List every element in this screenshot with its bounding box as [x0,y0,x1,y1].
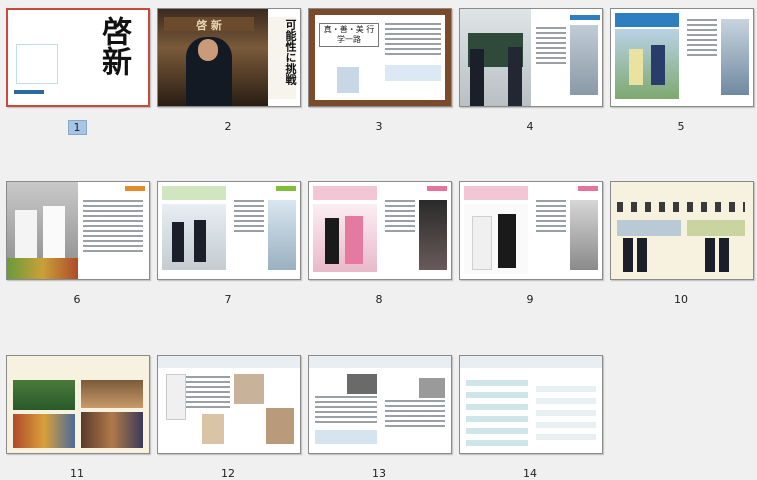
page-thumb-image [459,181,603,280]
page-3-title: 真・善・美 行学一路 [319,23,379,47]
page-number-label: 10 [674,293,688,306]
page-thumb-image [157,355,301,454]
page-thumb-image: 真・善・美 行学一路 [308,8,452,107]
page-thumb-image [459,355,603,454]
page-thumb-image: 啓新 [6,8,150,107]
page-thumb-image [610,181,754,280]
page-number-label: 9 [526,293,534,306]
page-number-label: 8 [375,293,383,306]
page-thumb-image [308,181,452,280]
page-number-label: 7 [224,293,232,306]
page-thumb-image [308,355,452,454]
page-thumbnail-grid: 啓新 1 啓 新 可能性に挑戦 2 真・善・美 行学一路 3 4 5 6 7 8… [0,0,757,480]
page-number-label: 13 [372,467,386,480]
page-number-label: 4 [526,120,534,133]
page-number-label: 1 [67,120,87,135]
page-number-label: 11 [70,467,84,480]
page-number-label: 12 [221,467,235,480]
page-number-label: 2 [224,120,232,133]
page-thumb-image [157,181,301,280]
page-thumb-image [610,8,754,107]
page-1-title: 啓新 [96,16,131,76]
page-thumb-image [6,355,150,454]
page-thumb-image [6,181,150,280]
page-number-label: 5 [677,120,685,133]
page-thumb-image: 啓 新 可能性に挑戦 [157,8,301,107]
page-number-label: 3 [375,120,383,133]
page-2-title: 可能性に挑戦 [284,19,297,85]
page-number-label: 14 [523,467,537,480]
page-thumb-image [459,8,603,107]
page-number-label: 6 [73,293,81,306]
